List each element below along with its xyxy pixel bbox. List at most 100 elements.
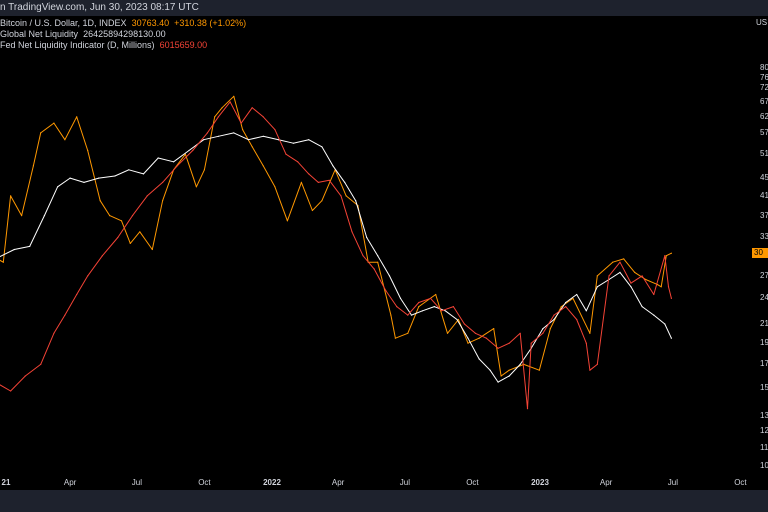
series-point xyxy=(444,310,446,312)
series-point xyxy=(493,328,495,330)
series-point xyxy=(538,369,540,371)
y-tick-label: 67 xyxy=(760,96,768,106)
series-point xyxy=(634,271,636,273)
series-point xyxy=(120,220,123,222)
y-tick-label: 24 xyxy=(760,293,768,303)
y-tick-label: 37 xyxy=(760,210,768,220)
legend-row-btc[interactable]: Bitcoin / U.S. Dollar, 1D, INDEX 30763.4… xyxy=(0,18,246,29)
series-point xyxy=(377,255,379,257)
series-point xyxy=(596,275,598,277)
series-point xyxy=(399,297,402,299)
y-tick-label: 19 xyxy=(760,338,768,348)
series-point xyxy=(560,306,562,308)
series-point xyxy=(151,248,153,251)
series-point xyxy=(274,186,276,188)
series-point xyxy=(608,275,610,277)
series-point xyxy=(670,337,673,339)
legend-btc-value: 30763.40 xyxy=(131,18,170,28)
series-point xyxy=(508,369,510,371)
series-point xyxy=(64,139,66,141)
series-point xyxy=(317,181,319,183)
series-point xyxy=(157,157,159,159)
series-point xyxy=(467,342,469,344)
published-caption: n TradingView.com, Jun 30, 2023 08:17 UT… xyxy=(0,2,199,13)
series-point xyxy=(467,337,469,339)
series-point xyxy=(10,390,12,392)
series-point xyxy=(660,286,662,288)
legend-row-gnl[interactable]: Global Net Liquidity 26425894298130.00 xyxy=(0,29,246,40)
series-point xyxy=(418,306,420,308)
series-point xyxy=(526,408,529,410)
series-point xyxy=(478,358,480,360)
series-point xyxy=(262,165,264,167)
y-tick-label: 57 xyxy=(760,127,768,137)
legend-fed-value: 6015659.00 xyxy=(159,40,208,50)
series-point xyxy=(641,275,643,277)
series-point xyxy=(421,310,424,312)
series-point xyxy=(612,261,614,263)
series-point xyxy=(630,286,632,288)
series-point xyxy=(340,195,342,197)
series-point xyxy=(64,314,66,316)
series-point xyxy=(430,297,432,299)
series-point xyxy=(206,132,208,134)
y-tick-label: 17 xyxy=(760,359,768,369)
series-group-2 xyxy=(0,101,673,410)
series-point xyxy=(87,149,89,152)
series-point xyxy=(497,347,499,349)
series-point xyxy=(553,318,555,321)
series-point xyxy=(478,337,480,339)
series-point xyxy=(76,293,78,296)
x-tick-label: 2022 xyxy=(263,478,281,487)
series-point xyxy=(247,139,250,141)
x-tick-label: Apr xyxy=(331,478,345,487)
series-point xyxy=(195,186,197,188)
series-point xyxy=(388,275,391,277)
series-point xyxy=(286,220,288,222)
series-point xyxy=(385,290,387,292)
series-point xyxy=(362,255,364,257)
series-point xyxy=(418,301,420,304)
series-point xyxy=(203,169,205,171)
header-bar: n TradingView.com, Jun 30, 2023 08:17 UT… xyxy=(0,0,768,16)
series-point xyxy=(585,310,587,312)
y-tick-label: 62 xyxy=(760,111,768,121)
series-point xyxy=(542,328,544,330)
chart-plot-area[interactable] xyxy=(0,16,752,490)
series-point xyxy=(619,271,621,273)
series-point xyxy=(665,255,667,257)
series-point xyxy=(670,297,673,299)
series-point xyxy=(217,135,219,137)
series-point xyxy=(653,314,655,316)
series-point xyxy=(229,101,231,103)
series-point xyxy=(146,195,148,197)
series-point xyxy=(129,242,131,244)
series-point xyxy=(109,215,111,217)
series-point xyxy=(308,139,310,141)
series-point xyxy=(32,165,35,167)
series-point xyxy=(2,261,4,263)
legend-row-fed[interactable]: Fed Net Liquidity Indicator (D, Millions… xyxy=(0,40,246,51)
y-tick-label: 76 xyxy=(760,72,768,82)
series-point xyxy=(251,107,253,109)
series-point xyxy=(332,165,334,167)
y-tick-label: 15 xyxy=(760,383,768,393)
legend-btc-name: Bitcoin / U.S. Dollar, 1D, INDEX xyxy=(0,18,127,28)
series-point xyxy=(308,173,310,175)
series-point xyxy=(240,122,242,124)
price-axis-currency: US xyxy=(756,18,768,27)
series-point xyxy=(407,314,409,316)
legend-fed-name: Fed Net Liquidity Indicator (D, Millions… xyxy=(0,40,155,50)
series-point xyxy=(13,248,15,251)
series-point xyxy=(242,129,244,131)
series-point xyxy=(345,195,347,197)
series-point xyxy=(623,258,625,260)
series-line xyxy=(0,101,672,410)
footer-bar xyxy=(0,490,768,512)
x-tick-label: Jul xyxy=(131,478,143,487)
series-point xyxy=(396,306,398,308)
series-point xyxy=(203,139,205,141)
series-point xyxy=(553,314,555,316)
series-point xyxy=(188,149,190,152)
series-point xyxy=(530,342,532,344)
